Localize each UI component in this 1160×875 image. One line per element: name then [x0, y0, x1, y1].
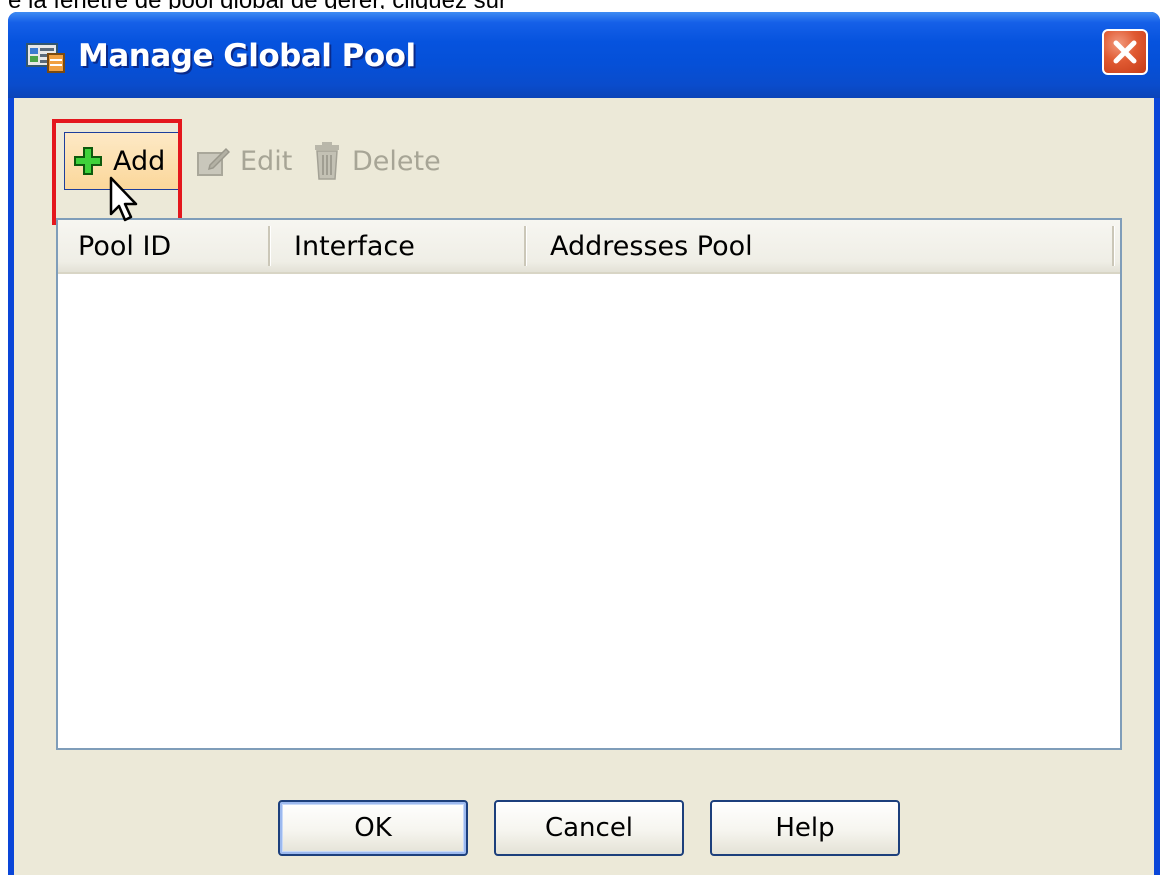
column-header-pool-id[interactable]: Pool ID: [78, 220, 171, 272]
edit-icon: [197, 147, 230, 176]
close-icon: [1113, 40, 1137, 64]
table-header: Pool ID Interface Addresses Pool: [58, 220, 1120, 274]
delete-button[interactable]: Delete: [310, 132, 460, 190]
column-header-interface[interactable]: Interface: [294, 220, 415, 272]
table-body[interactable]: [58, 274, 1120, 748]
edit-label: Edit: [240, 145, 293, 177]
trash-icon: [315, 142, 339, 180]
ok-button[interactable]: OK: [278, 800, 468, 856]
mouse-pointer-icon: [109, 176, 138, 222]
column-header-addresses-pool[interactable]: Addresses Pool: [550, 220, 753, 272]
close-button[interactable]: [1102, 29, 1148, 75]
manage-global-pool-dialog: Manage Global Pool Add Edit Delete Pool …: [8, 12, 1160, 875]
window-title: Manage Global Pool: [78, 38, 416, 74]
column-divider[interactable]: [524, 226, 527, 266]
column-divider[interactable]: [1112, 226, 1115, 266]
dialog-body: Add Edit Delete Pool ID Interface Addres…: [14, 98, 1154, 875]
global-pool-table[interactable]: Pool ID Interface Addresses Pool: [56, 218, 1122, 750]
edit-button[interactable]: Edit: [192, 132, 302, 190]
column-divider[interactable]: [268, 226, 271, 266]
instruction-caption: e la fenêtre de pool global de gérer, cl…: [0, 0, 1160, 9]
delete-label: Delete: [352, 145, 441, 177]
cancel-button[interactable]: Cancel: [494, 800, 684, 856]
title-bar[interactable]: Manage Global Pool: [8, 12, 1160, 98]
pool-app-icon: [26, 43, 65, 73]
help-button[interactable]: Help: [710, 800, 900, 856]
